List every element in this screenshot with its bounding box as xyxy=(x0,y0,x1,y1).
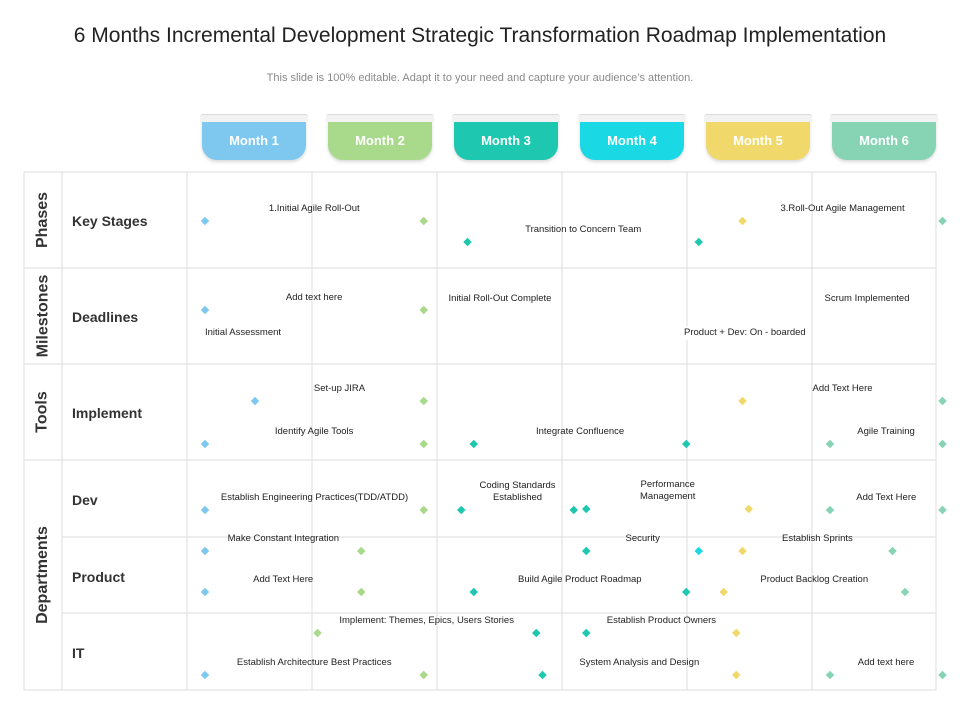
task-label: Security xyxy=(625,533,660,544)
section-phases: Phases xyxy=(24,172,62,268)
task-bar-end-marker xyxy=(938,439,947,449)
task-bar-start-marker xyxy=(469,439,478,449)
task-bar-start-marker xyxy=(250,396,260,406)
task-bar-start-marker xyxy=(313,628,322,638)
row-label-it: IT xyxy=(72,645,85,661)
task-bar-start-marker xyxy=(200,439,210,449)
task-bar-start-marker xyxy=(463,237,472,247)
task-bar-end-marker xyxy=(419,670,428,680)
task-bar-start-marker xyxy=(200,505,210,515)
task-bar-end-marker xyxy=(732,628,741,638)
task-bar-start-marker xyxy=(200,670,210,680)
task-label: System Analysis and Design xyxy=(579,657,700,668)
task-bar-start-marker xyxy=(825,439,835,449)
task-label: Integrate Confluence xyxy=(536,426,625,437)
section-label: Phases xyxy=(34,191,52,249)
task-bar-start-marker xyxy=(582,504,591,514)
task-bar-start-marker xyxy=(582,628,591,638)
task-bar-end-marker xyxy=(357,587,366,597)
task-bar-end-marker xyxy=(419,505,428,515)
task-label: Agile Training xyxy=(857,426,915,437)
task-bar-start-marker xyxy=(200,587,210,597)
task-bar-end-marker xyxy=(419,305,428,315)
task-bar-start-marker xyxy=(738,216,747,226)
task-label: Identify Agile Tools xyxy=(274,426,354,437)
task-label: 1.Initial Agile Roll-Out xyxy=(268,203,360,214)
section-label: Milestones xyxy=(34,274,51,358)
section-label: Tools xyxy=(34,391,52,433)
task-bar-start-marker xyxy=(200,216,210,226)
task-bar-end-marker xyxy=(569,505,578,515)
row-label-key-stages: Key Stages xyxy=(72,213,148,229)
task-bar-start-marker xyxy=(469,587,478,597)
section-departments: Departments xyxy=(24,460,62,690)
row-label-product: Product xyxy=(72,569,125,585)
task-bar-end-marker xyxy=(694,237,703,247)
task-label: Coding Standards Established xyxy=(479,480,556,503)
task-label: Establish Sprints xyxy=(782,533,853,544)
task-bar-end-marker xyxy=(744,504,753,514)
task-bar-start-marker xyxy=(825,505,835,515)
task-label: Product + Dev: On - boarded xyxy=(680,326,810,340)
task-bar-end-marker xyxy=(938,505,947,515)
task-bar-end-marker xyxy=(682,439,691,449)
task-label: Add text here xyxy=(857,657,915,668)
task-label: Scrum Implemented xyxy=(820,292,914,306)
task-bar-start-marker xyxy=(582,546,591,556)
task-bar-start-marker xyxy=(538,670,547,680)
section-milestones: Milestones xyxy=(24,268,62,364)
task-bar-end-marker xyxy=(419,439,428,449)
task-bar-end-marker xyxy=(900,587,910,597)
row-label-deadlines: Deadlines xyxy=(72,309,139,325)
task-bar-end-marker xyxy=(694,546,703,556)
task-label: Initial Assessment xyxy=(201,326,286,340)
task-bar-start-marker xyxy=(200,305,210,315)
task-label: 3.Roll-Out Agile Management xyxy=(780,203,905,214)
task-label: Establish Product Owners xyxy=(606,615,717,626)
section-tools: Tools xyxy=(24,364,62,460)
task-bar-end-marker xyxy=(419,216,428,226)
task-label: Make Constant Integration xyxy=(227,533,340,544)
task-label: Add Text Here xyxy=(812,383,873,394)
task-bar-start-marker xyxy=(825,670,835,680)
task-bar-end-marker xyxy=(888,546,897,556)
task-bar-end-marker xyxy=(682,587,691,597)
task-bar-end-marker xyxy=(938,216,947,226)
task-bar-start-marker xyxy=(738,396,747,406)
task-label: Add text here xyxy=(285,292,343,303)
task-label: Performance Management xyxy=(640,479,696,502)
task-bar-end-marker xyxy=(938,670,947,680)
roadmap-grid xyxy=(23,171,947,691)
task-label: Establish Architecture Best Practices xyxy=(236,657,392,668)
task-label: Product Backlog Creation xyxy=(760,574,869,585)
task-bar-start-marker xyxy=(738,546,747,556)
task-label: Add Text Here xyxy=(856,492,917,503)
task-bar-end-marker xyxy=(732,670,741,680)
row-label-implement: Implement xyxy=(72,405,143,421)
task-label: Implement: Themes, Epics, Users Stories xyxy=(339,615,514,626)
task-label: Transition to Concern Team xyxy=(525,224,642,235)
task-bar-end-marker xyxy=(938,396,947,406)
task-bar-end-marker xyxy=(532,628,541,638)
grid-border xyxy=(23,171,937,691)
task-bar-end-marker xyxy=(357,546,366,556)
task-label: Establish Engineering Practices(TDD/ATDD… xyxy=(220,492,409,503)
row-label-dev: Dev xyxy=(72,492,98,508)
task-bar-end-marker xyxy=(419,396,428,406)
task-bar-start-marker xyxy=(457,505,466,515)
section-label: Departments xyxy=(34,526,51,624)
task-label: Build Agile Product Roadmap xyxy=(518,574,642,585)
task-label: Add Text Here xyxy=(253,574,314,585)
task-bar-start-marker xyxy=(719,587,728,597)
task-bar-start-marker xyxy=(200,546,210,556)
task-label: Initial Roll-Out Complete xyxy=(444,292,556,306)
task-label: Set-up JIRA xyxy=(313,383,366,394)
